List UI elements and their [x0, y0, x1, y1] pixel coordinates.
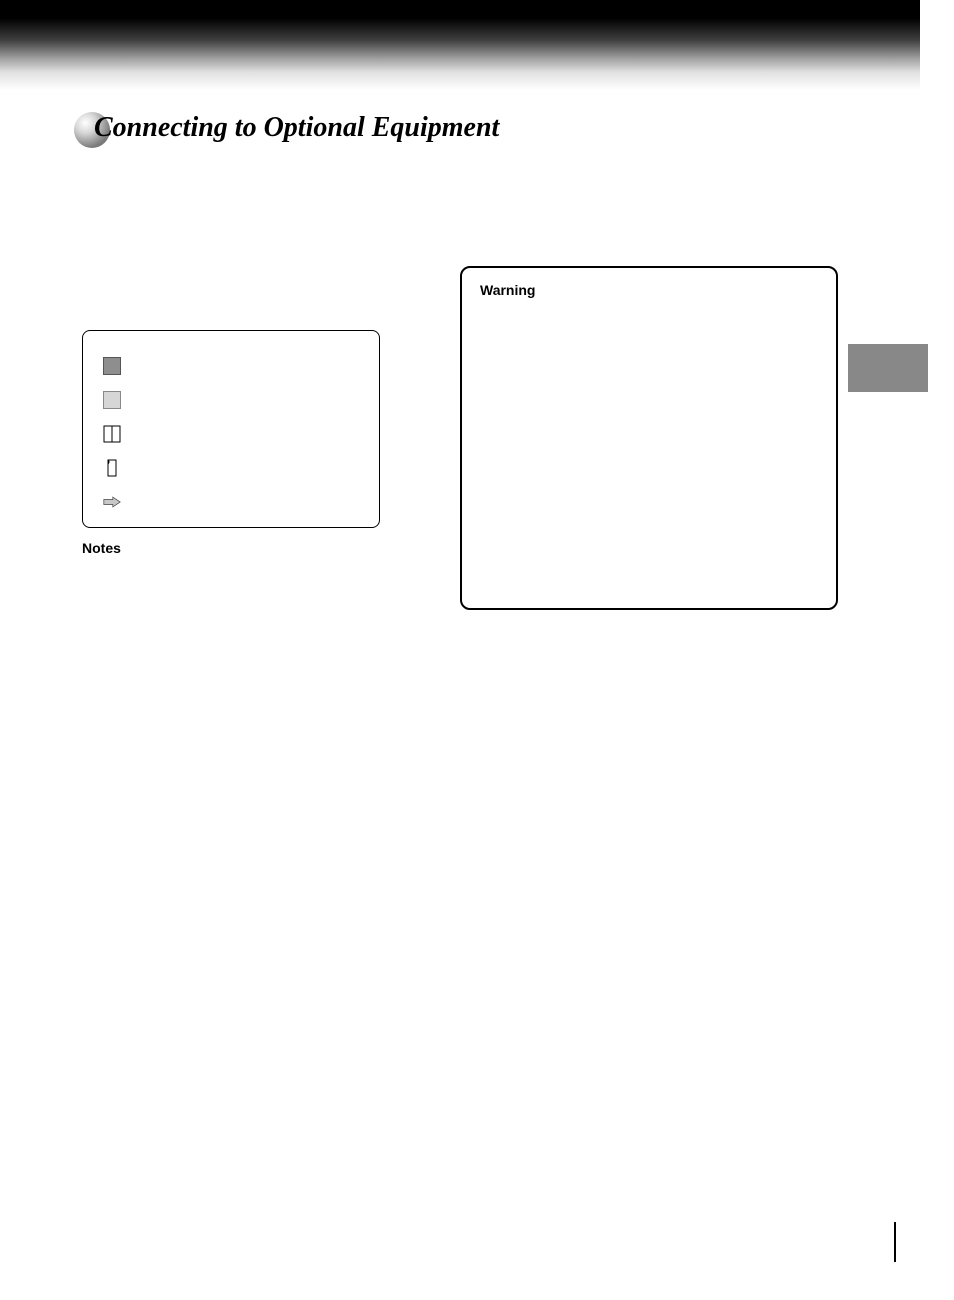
- chapter-tab: [848, 344, 928, 392]
- warning-box: Warning: [460, 266, 838, 610]
- legend-row: [101, 451, 363, 485]
- swatch-light-icon: [101, 389, 123, 411]
- swatch-dark-icon: [101, 355, 123, 377]
- legend-row: [101, 349, 363, 383]
- page-icon: [101, 457, 123, 479]
- arrow-right-icon: [101, 491, 123, 513]
- book-icon: [101, 423, 123, 445]
- legend-row: [101, 417, 363, 451]
- legend-row: [101, 383, 363, 417]
- legend-box: [82, 330, 380, 528]
- legend-row: [101, 485, 363, 519]
- notes-label: Notes: [82, 540, 121, 556]
- warning-label: Warning: [480, 282, 818, 298]
- page-title: Connecting to Optional Equipment: [94, 112, 499, 144]
- header-gradient: [0, 0, 920, 90]
- page-corner-rule-vertical: [894, 1222, 896, 1262]
- page: Connecting to Optional Equipment: [0, 0, 954, 1300]
